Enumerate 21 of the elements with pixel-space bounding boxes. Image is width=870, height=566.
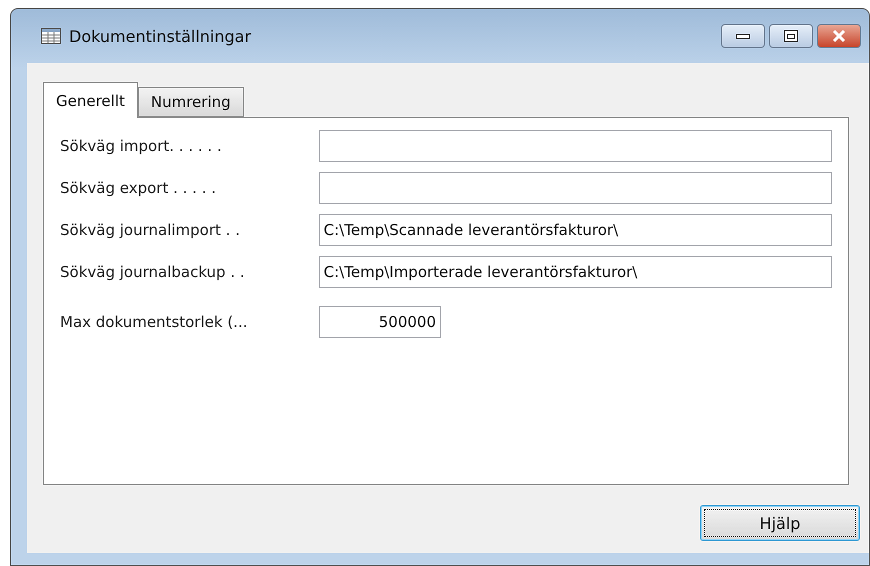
input-field[interactable]: 500000 [319, 306, 441, 338]
field-label: Sökväg journalbackup . . [60, 263, 246, 281]
minimize-button[interactable] [721, 24, 765, 48]
window-title: Dokumentinställningar [69, 26, 252, 46]
input-field[interactable] [318, 130, 832, 162]
maximize-button[interactable] [769, 24, 813, 48]
close-button[interactable] [817, 24, 861, 48]
input-field[interactable]: C:\Temp\Scannade leverantörsfakturor\ [318, 214, 832, 246]
input-field[interactable] [318, 172, 832, 204]
field-label: Max dokumentstorlek (... [60, 313, 248, 331]
minimize-icon [736, 33, 750, 39]
help-button[interactable]: Hjälp [700, 505, 860, 541]
tab[interactable]: Numrering [138, 87, 244, 117]
tab[interactable]: Generellt [43, 82, 138, 118]
field-label: Sökväg export . . . . . [60, 179, 218, 197]
table-icon [41, 28, 61, 44]
field-label: Sökväg journalimport . . [60, 221, 241, 239]
input-field[interactable]: C:\Temp\Importerade leverantörsfakturor\ [318, 256, 832, 288]
close-icon [832, 30, 846, 42]
restore-icon [784, 30, 798, 42]
field-label: Sökväg import. . . . . . [60, 137, 223, 155]
